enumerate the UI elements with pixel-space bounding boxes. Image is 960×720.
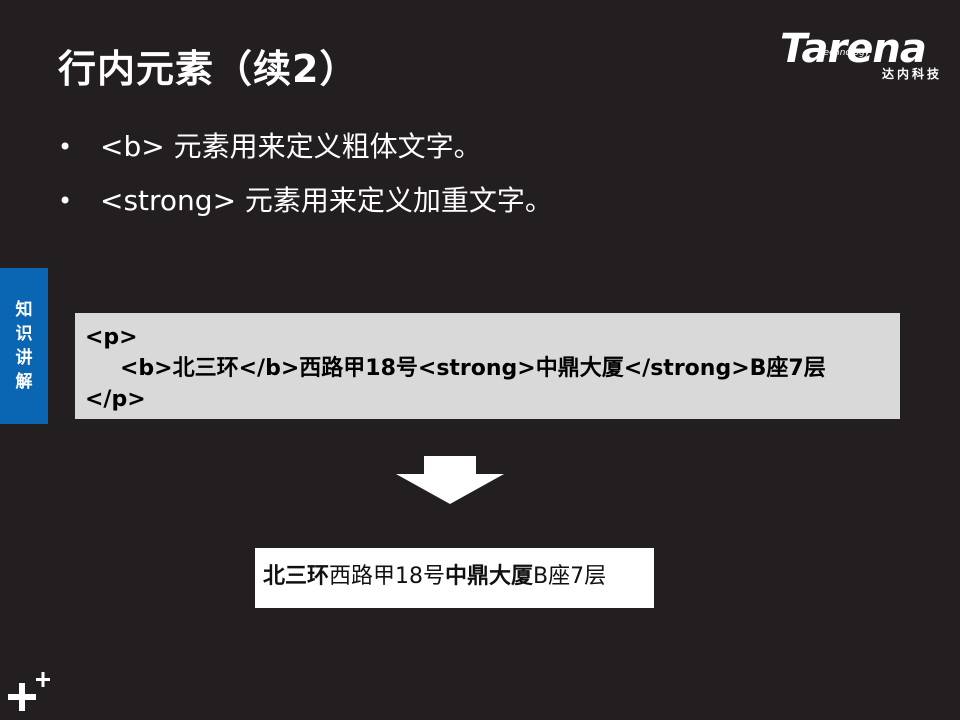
side-tab-char: 识: [15, 324, 33, 344]
result-bold-text: 北三环: [263, 564, 330, 589]
side-tab-char: 知: [15, 300, 33, 320]
result-normal-text: 西路甲18号: [329, 564, 446, 589]
down-arrow-icon: [396, 456, 504, 504]
code-line: <b>北三环</b>西路甲18号<strong>中鼎大厦</strong>B座7…: [120, 356, 826, 381]
side-tab-char: 解: [15, 372, 33, 392]
logo-cn-text: 达内科技: [881, 67, 942, 81]
slide-title: 行内元素（续2）: [58, 47, 359, 91]
code-example-box: <p> <b>北三环</b>西路甲18号<strong>中鼎大厦</strong>…: [75, 313, 900, 419]
plus-icon: [8, 672, 50, 711]
side-tab-knowledge: 知 识 讲 解: [0, 268, 48, 424]
side-tab-char: 讲: [15, 348, 33, 368]
bullet-item-strong: <strong> 元素用来定义加重文字。: [58, 174, 553, 228]
code-line: <p>: [85, 325, 138, 350]
bullet-list: <b> 元素用来定义粗体文字。 <strong> 元素用来定义加重文字。: [58, 120, 553, 228]
tarena-logo: Technology Tarena 达内科技: [780, 24, 942, 84]
code-line: </p>: [85, 387, 146, 412]
bullet-item-b: <b> 元素用来定义粗体文字。: [58, 120, 553, 174]
result-normal-text: B座7层: [533, 564, 607, 589]
render-result-box: 北三环西路甲18号中鼎大厦B座7层: [255, 548, 654, 608]
result-strong-text: 中鼎大厦: [445, 564, 534, 589]
slide: 行内元素（续2） Technology Tarena 达内科技 <b> 元素用来…: [0, 0, 960, 720]
